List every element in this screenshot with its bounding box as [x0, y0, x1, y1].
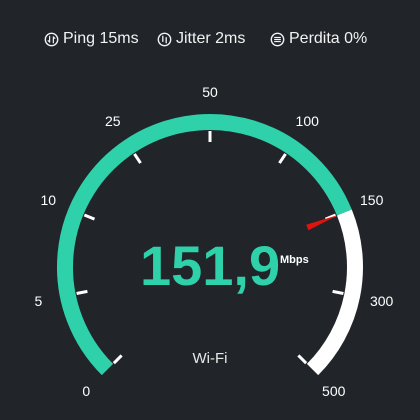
gauge-scale-label: 500 — [322, 382, 346, 399]
gauge-scale-label: 100 — [295, 113, 319, 130]
gauge-scale-label: 10 — [40, 192, 57, 209]
gauge-scale-label: 300 — [369, 293, 394, 310]
gauge-scale-label: 150 — [359, 192, 384, 209]
gauge-tick — [278, 153, 287, 164]
connection-type: Wi-Fi — [192, 350, 228, 367]
speed-value: 151,9 — [140, 234, 281, 297]
gauge-tick — [83, 213, 96, 221]
gauge-tick — [332, 289, 344, 296]
gauge-tick — [133, 153, 142, 164]
gauge-needle — [306, 214, 339, 231]
gauge-scale-label: 5 — [34, 293, 43, 310]
gauge-scale-label: 0 — [82, 382, 91, 399]
gauge-scale-label: 50 — [202, 84, 218, 100]
speed-unit: Mbps — [280, 254, 309, 266]
gauge-scale-label: 25 — [104, 113, 121, 130]
gauge-tick — [76, 289, 88, 296]
